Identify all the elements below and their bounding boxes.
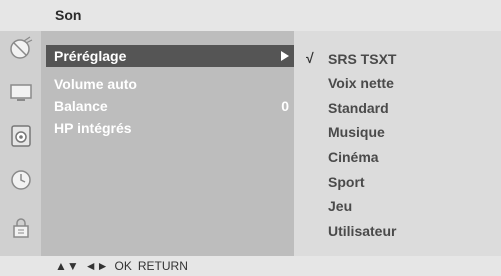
menu-item-label: HP intégrés [54,120,132,136]
menu-item-preset[interactable]: Préréglage [46,45,294,67]
sidebar-item-picture[interactable] [0,75,41,109]
left-right-arrows-icon: ◄► [84,259,109,273]
footer-hint-bar: ▲▼ ◄► OK RETURN [0,256,501,276]
submenu-item-label: Cinéma [328,149,379,165]
submenu-item-label: Musique [328,124,385,140]
speaker-icon [10,125,31,147]
menu-item-label: Volume auto [54,76,137,92]
submenu-item-label: SRS TSXT [328,51,397,67]
submenu-item-standard[interactable]: Standard [294,96,501,118]
submenu-item-label: Sport [328,174,365,190]
ok-hint: OK [114,259,132,273]
submenu-item-cinema[interactable]: Cinéma [294,145,501,167]
submenu-item-game[interactable]: Jeu [294,194,501,216]
menu-item-auto-volume[interactable]: Volume auto [46,73,294,95]
clock-icon [10,170,31,190]
submenu-item-music[interactable]: Musique [294,120,501,142]
submenu-item-label: Voix nette [328,75,394,91]
balance-value: 0 [281,98,289,114]
sidebar-item-lock[interactable] [0,211,41,245]
sidebar-item-channel[interactable] [0,31,41,65]
submenu-item-user[interactable]: Utilisateur [294,219,501,241]
menu-item-label: Préréglage [54,48,127,64]
chevron-right-icon [281,51,289,61]
menu-item-label: Balance [54,98,108,114]
title-bar: Son [0,0,501,31]
up-down-arrows-icon: ▲▼ [55,259,79,273]
satellite-icon [9,36,32,59]
preset-submenu: √ SRS TSXT Voix nette Standard Musique C… [294,31,501,256]
menu-item-tv-speakers[interactable]: HP intégrés [46,117,294,139]
sidebar-item-time[interactable] [0,163,41,197]
return-hint: RETURN [137,259,188,273]
sound-menu: Préréglage Volume auto Balance 0 HP inté… [41,31,294,256]
sidebar [0,31,41,256]
submenu-item-label: Jeu [328,198,353,214]
sidebar-item-sound[interactable] [0,119,41,153]
monitor-icon [9,84,32,101]
submenu-item-srs-tsxt[interactable]: √ SRS TSXT [294,47,501,69]
lock-icon [12,218,29,238]
checkmark-icon: √ [306,50,314,66]
navigation-hint: ▲▼ ◄► OK RETURN [55,259,188,273]
menu-item-balance[interactable]: Balance 0 [46,95,294,117]
submenu-item-label: Standard [328,100,389,116]
submenu-item-label: Utilisateur [328,223,397,239]
submenu-item-sport[interactable]: Sport [294,170,501,192]
submenu-item-clear-voice[interactable]: Voix nette [294,71,501,93]
osd-menu: Son Préréglage Volume auto Balance 0 HP … [0,0,501,276]
page-title: Son [55,7,82,23]
